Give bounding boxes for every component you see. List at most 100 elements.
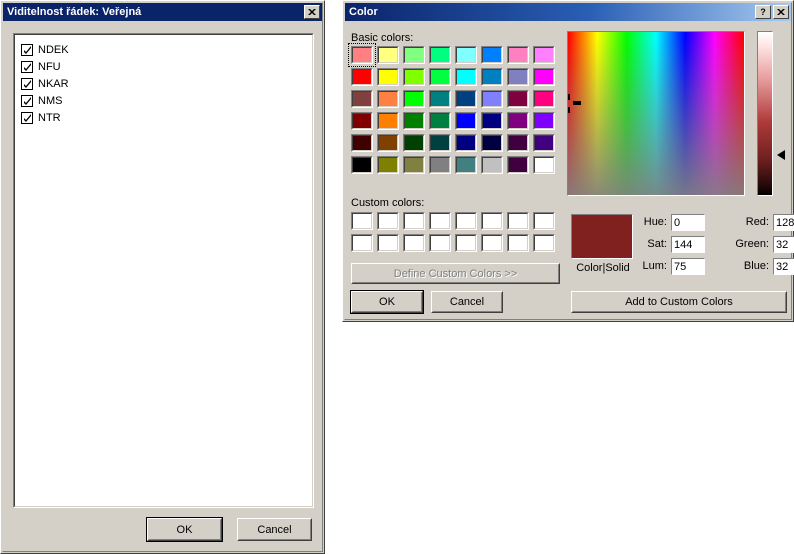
color-preview-swatch[interactable] <box>571 214 633 259</box>
basic-swatch-r3c6[interactable] <box>507 112 529 130</box>
basic-swatch-r5c6[interactable] <box>507 156 529 174</box>
basic-swatch-r3c1[interactable] <box>377 112 399 130</box>
basic-swatch-r1c2[interactable] <box>403 68 425 86</box>
close-icon[interactable] <box>304 5 320 19</box>
basic-swatch-r4c6[interactable] <box>507 134 529 152</box>
list-item[interactable]: NDEK <box>21 41 312 58</box>
list-item[interactable]: NMS <box>21 92 312 109</box>
basic-swatch-r0c6[interactable] <box>507 46 529 64</box>
custom-swatch-r0c0[interactable] <box>351 212 373 230</box>
red-input[interactable]: 128 <box>773 214 794 231</box>
row-visibility-titlebar[interactable]: Viditelnost řádek: Veřejná <box>3 3 322 21</box>
custom-swatch-r1c0[interactable] <box>351 234 373 252</box>
custom-swatch-r0c5[interactable] <box>481 212 503 230</box>
basic-swatch-r2c6[interactable] <box>507 90 529 108</box>
basic-swatch-r4c1[interactable] <box>377 134 399 152</box>
basic-swatch-r1c5[interactable] <box>481 68 503 86</box>
luminance-gradient[interactable] <box>758 32 772 195</box>
basic-swatch-r0c0[interactable] <box>351 46 373 64</box>
basic-colors-grid[interactable] <box>351 46 555 174</box>
custom-swatch-r1c1[interactable] <box>377 234 399 252</box>
custom-colors-grid[interactable] <box>351 212 555 252</box>
basic-swatch-r5c4[interactable] <box>455 156 477 174</box>
basic-swatch-r4c7[interactable] <box>533 134 555 152</box>
blue-input[interactable]: 32 <box>773 258 794 275</box>
close-icon[interactable] <box>773 5 789 19</box>
custom-swatch-r0c6[interactable] <box>507 212 529 230</box>
basic-swatch-r3c4[interactable] <box>455 112 477 130</box>
basic-swatch-r2c2[interactable] <box>403 90 425 108</box>
basic-swatch-r4c2[interactable] <box>403 134 425 152</box>
custom-swatch-r0c2[interactable] <box>403 212 425 230</box>
custom-swatch-r0c4[interactable] <box>455 212 477 230</box>
basic-swatch-r3c0[interactable] <box>351 112 373 130</box>
basic-swatch-r5c3[interactable] <box>429 156 451 174</box>
basic-swatch-r2c7[interactable] <box>533 90 555 108</box>
ok-button[interactable]: OK <box>147 518 222 541</box>
luminance-slider[interactable] <box>757 31 773 196</box>
custom-swatch-r0c3[interactable] <box>429 212 451 230</box>
color-spectrum-gradient[interactable] <box>568 32 744 195</box>
basic-swatch-r0c7[interactable] <box>533 46 555 64</box>
basic-swatch-r4c3[interactable] <box>429 134 451 152</box>
checkbox-checked-icon[interactable] <box>21 44 33 56</box>
basic-swatch-r0c2[interactable] <box>403 46 425 64</box>
list-item[interactable]: NKAR <box>21 75 312 92</box>
green-input[interactable]: 32 <box>773 236 794 253</box>
list-item[interactable]: NFU <box>21 58 312 75</box>
checkbox-checked-icon[interactable] <box>21 95 33 107</box>
basic-swatch-r1c0[interactable] <box>351 68 373 86</box>
basic-swatch-r2c5[interactable] <box>481 90 503 108</box>
basic-swatch-r4c4[interactable] <box>455 134 477 152</box>
basic-swatch-r1c1[interactable] <box>377 68 399 86</box>
basic-swatch-r5c2[interactable] <box>403 156 425 174</box>
basic-swatch-r2c3[interactable] <box>429 90 451 108</box>
basic-swatch-r2c0[interactable] <box>351 90 373 108</box>
color-spectrum-picker[interactable] <box>567 31 745 196</box>
custom-swatch-r1c6[interactable] <box>507 234 529 252</box>
basic-swatch-r2c4[interactable] <box>455 90 477 108</box>
basic-swatch-r1c6[interactable] <box>507 68 529 86</box>
basic-swatch-r0c3[interactable] <box>429 46 451 64</box>
checkbox-checked-icon[interactable] <box>21 61 33 73</box>
basic-swatch-r0c1[interactable] <box>377 46 399 64</box>
list-item[interactable]: NTR <box>21 109 312 126</box>
checkbox-checked-icon[interactable] <box>21 78 33 90</box>
basic-swatch-r2c1[interactable] <box>377 90 399 108</box>
basic-swatch-r0c5[interactable] <box>481 46 503 64</box>
basic-swatch-r1c7[interactable] <box>533 68 555 86</box>
custom-swatch-r1c5[interactable] <box>481 234 503 252</box>
basic-swatch-r4c0[interactable] <box>351 134 373 152</box>
custom-swatch-r0c7[interactable] <box>533 212 555 230</box>
luminance-slider-thumb-icon[interactable] <box>777 150 785 160</box>
basic-swatch-r5c1[interactable] <box>377 156 399 174</box>
basic-swatch-r0c4[interactable] <box>455 46 477 64</box>
custom-swatch-r1c4[interactable] <box>455 234 477 252</box>
custom-swatch-r1c3[interactable] <box>429 234 451 252</box>
basic-swatch-r5c5[interactable] <box>481 156 503 174</box>
hue-input[interactable]: 0 <box>671 214 705 231</box>
checkbox-checked-icon[interactable] <box>21 112 33 124</box>
basic-swatch-r4c5[interactable] <box>481 134 503 152</box>
color-dialog-titlebar[interactable]: Color ? <box>345 3 791 21</box>
sat-input[interactable]: 144 <box>671 236 705 253</box>
basic-swatch-r1c3[interactable] <box>429 68 451 86</box>
color-ok-button[interactable]: OK <box>351 291 423 313</box>
basic-swatch-r1c4[interactable] <box>455 68 477 86</box>
color-cancel-button[interactable]: Cancel <box>431 291 503 313</box>
custom-swatch-r1c2[interactable] <box>403 234 425 252</box>
add-to-custom-colors-button[interactable]: Add to Custom Colors <box>571 291 787 313</box>
custom-swatch-r1c7[interactable] <box>533 234 555 252</box>
basic-swatch-r3c7[interactable] <box>533 112 555 130</box>
basic-swatch-r5c0[interactable] <box>351 156 373 174</box>
basic-swatch-r5c7[interactable] <box>533 156 555 174</box>
basic-swatch-r3c2[interactable] <box>403 112 425 130</box>
basic-swatch-r3c3[interactable] <box>429 112 451 130</box>
lum-input[interactable]: 75 <box>671 258 705 275</box>
basic-swatch-r3c5[interactable] <box>481 112 503 130</box>
cancel-button[interactable]: Cancel <box>237 518 312 541</box>
custom-swatch-r0c1[interactable] <box>377 212 399 230</box>
define-custom-colors-button[interactable]: Define Custom Colors >> <box>351 263 560 284</box>
help-icon[interactable]: ? <box>755 5 771 19</box>
row-visibility-listbox[interactable]: NDEK NFU NKAR <box>13 33 314 508</box>
